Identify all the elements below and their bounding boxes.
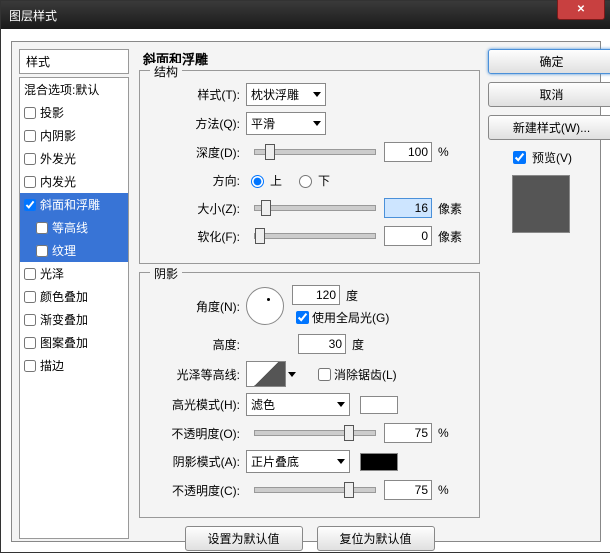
style-checkbox[interactable]: [24, 107, 36, 119]
caret-icon: [313, 92, 321, 97]
styles-list: 混合选项:默认 投影内阴影外发光内发光斜面和浮雕等高线纹理光泽颜色叠加渐变叠加图…: [19, 77, 129, 539]
shadow-opacity-input[interactable]: 75: [384, 480, 432, 500]
styles-header[interactable]: 样式: [19, 49, 129, 74]
caret-icon: [337, 402, 345, 407]
altitude-label: 高度:: [150, 336, 240, 353]
ok-button[interactable]: 确定: [488, 49, 610, 74]
shadow-mode-select[interactable]: 正片叠底: [246, 450, 350, 473]
structure-legend: 结构: [150, 63, 182, 80]
style-item[interactable]: 内阴影: [20, 124, 128, 147]
shadow-opacity-label: 不透明度(C):: [150, 482, 240, 499]
direction-up[interactable]: 上: [246, 172, 282, 189]
cancel-button[interactable]: 取消: [488, 82, 610, 107]
style-checkbox[interactable]: [24, 337, 36, 349]
style-item[interactable]: 外发光: [20, 147, 128, 170]
dialog-content: 样式 混合选项:默认 投影内阴影外发光内发光斜面和浮雕等高线纹理光泽颜色叠加渐变…: [11, 41, 601, 542]
styles-panel: 样式 混合选项:默认 投影内阴影外发光内发光斜面和浮雕等高线纹理光泽颜色叠加渐变…: [19, 49, 129, 534]
section-title: 斜面和浮雕: [143, 49, 480, 68]
style-item[interactable]: 内发光: [20, 170, 128, 193]
soften-label: 软化(F):: [150, 228, 240, 245]
style-item[interactable]: 纹理: [20, 239, 128, 262]
style-item[interactable]: 图案叠加: [20, 331, 128, 354]
shadow-mode-label: 阴影模式(A):: [150, 453, 240, 470]
soften-input[interactable]: 0: [384, 226, 432, 246]
style-item[interactable]: 渐变叠加: [20, 308, 128, 331]
angle-label: 角度(N):: [150, 298, 240, 315]
gloss-contour-label: 光泽等高线:: [150, 366, 240, 383]
style-label: 样式(T):: [150, 86, 240, 103]
options-panel: 斜面和浮雕 结构 样式(T): 枕状浮雕 方法(Q): 平滑 深度(D): 10…: [139, 49, 480, 534]
style-checkbox[interactable]: [36, 245, 48, 257]
style-item[interactable]: 斜面和浮雕: [20, 193, 128, 216]
size-label: 大小(Z):: [150, 200, 240, 217]
style-checkbox[interactable]: [24, 268, 36, 280]
structure-group: 结构 样式(T): 枕状浮雕 方法(Q): 平滑 深度(D): 100% 方向:…: [139, 70, 480, 264]
technique-label: 方法(Q):: [150, 115, 240, 132]
style-item[interactable]: 等高线: [20, 216, 128, 239]
depth-input[interactable]: 100: [384, 142, 432, 162]
style-checkbox[interactable]: [24, 176, 36, 188]
highlight-color[interactable]: [360, 396, 398, 414]
caret-icon: [337, 459, 345, 464]
shadow-color[interactable]: [360, 453, 398, 471]
make-default-button[interactable]: 设置为默认值: [185, 526, 303, 551]
depth-label: 深度(D):: [150, 144, 240, 161]
highlight-opacity-slider[interactable]: [254, 430, 376, 436]
global-light-checkbox[interactable]: 使用全局光(G): [292, 308, 389, 327]
style-checkbox[interactable]: [24, 360, 36, 372]
reset-default-button[interactable]: 复位为默认值: [317, 526, 435, 551]
highlight-mode-select[interactable]: 滤色: [246, 393, 350, 416]
preview-checkbox[interactable]: 预览(V): [488, 148, 593, 167]
style-item[interactable]: 颜色叠加: [20, 285, 128, 308]
soften-slider[interactable]: [254, 233, 376, 239]
style-checkbox[interactable]: [24, 199, 36, 211]
highlight-opacity-label: 不透明度(O):: [150, 425, 240, 442]
style-checkbox[interactable]: [24, 153, 36, 165]
style-checkbox[interactable]: [24, 130, 36, 142]
preview-thumbnail: [512, 175, 570, 233]
style-checkbox[interactable]: [24, 314, 36, 326]
direction-down[interactable]: 下: [294, 172, 330, 189]
style-checkbox[interactable]: [24, 291, 36, 303]
depth-slider[interactable]: [254, 149, 376, 155]
caret-icon: [313, 121, 321, 126]
gloss-contour-picker[interactable]: [246, 361, 286, 387]
direction-label: 方向:: [150, 172, 240, 189]
antialias-checkbox[interactable]: 消除锯齿(L): [314, 365, 397, 384]
titlebar: 图层样式: [1, 1, 610, 29]
style-select[interactable]: 枕状浮雕: [246, 83, 326, 106]
shadow-opacity-slider[interactable]: [254, 487, 376, 493]
close-button[interactable]: [557, 0, 605, 20]
style-checkbox[interactable]: [36, 222, 48, 234]
direction-radios: 上 下: [246, 172, 330, 189]
caret-icon[interactable]: [288, 372, 296, 377]
technique-select[interactable]: 平滑: [246, 112, 326, 135]
shading-group: 阴影 角度(N): 120度 使用全局光(G) 高度: 30度 光泽等高线: 消…: [139, 272, 480, 518]
style-item[interactable]: 光泽: [20, 262, 128, 285]
altitude-input[interactable]: 30: [298, 334, 346, 354]
window-title: 图层样式: [9, 7, 57, 24]
highlight-opacity-input[interactable]: 75: [384, 423, 432, 443]
size-slider[interactable]: [254, 205, 376, 211]
blend-options[interactable]: 混合选项:默认: [20, 78, 128, 101]
angle-input[interactable]: 120: [292, 285, 340, 305]
size-input[interactable]: 16: [384, 198, 432, 218]
style-item[interactable]: 投影: [20, 101, 128, 124]
shading-legend: 阴影: [150, 265, 182, 282]
action-panel: 确定 取消 新建样式(W)... 预览(V): [488, 49, 593, 534]
highlight-mode-label: 高光模式(H):: [150, 396, 240, 413]
new-style-button[interactable]: 新建样式(W)...: [488, 115, 610, 140]
style-item[interactable]: 描边: [20, 354, 128, 377]
angle-dial[interactable]: [246, 287, 284, 325]
